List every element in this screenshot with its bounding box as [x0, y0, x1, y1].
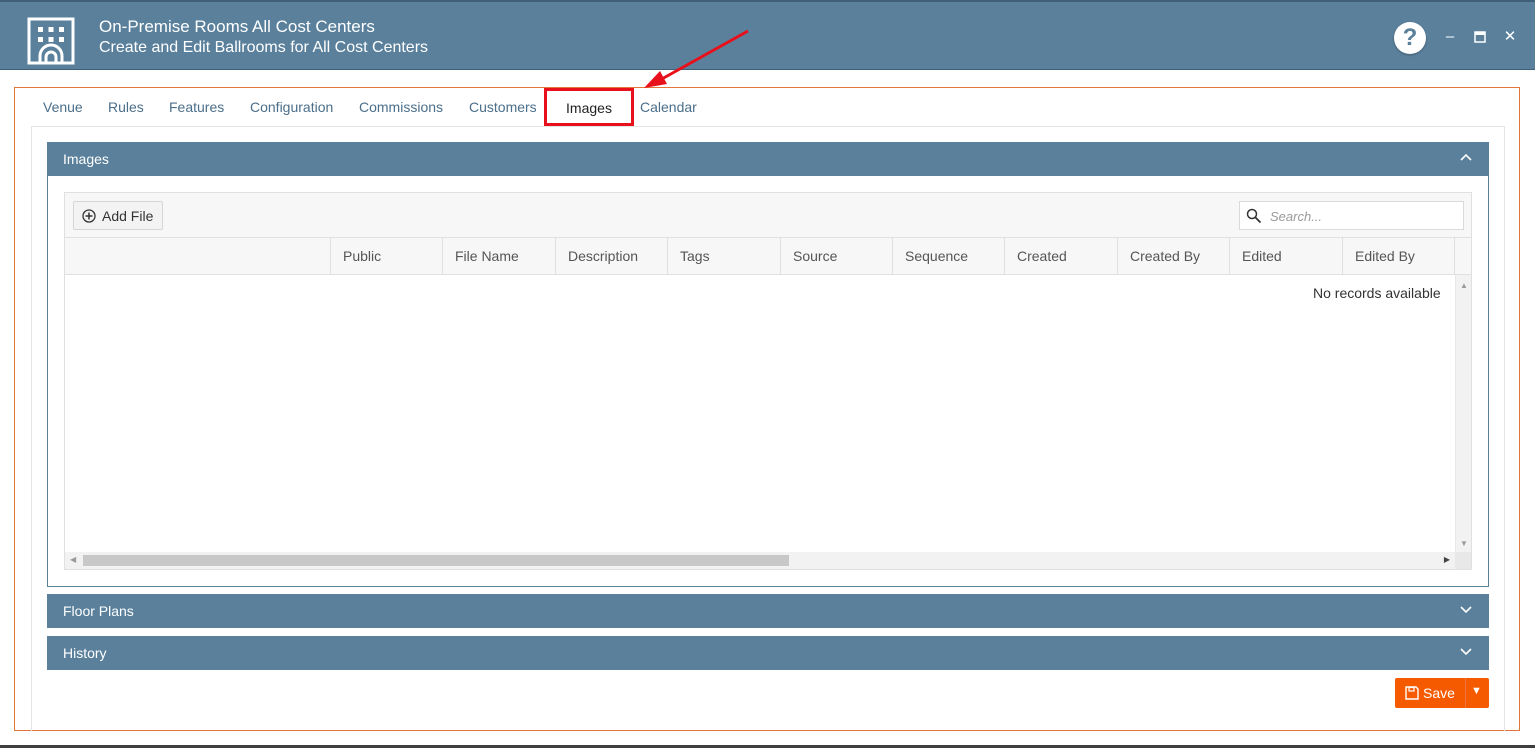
column-header-spacer [1454, 238, 1471, 274]
floor-plans-panel-header[interactable]: Floor Plans [47, 594, 1489, 628]
tab-rules[interactable]: Rules [108, 99, 144, 115]
column-header-edited-by[interactable]: Edited By [1342, 238, 1454, 274]
column-header-source[interactable]: Source [780, 238, 892, 274]
scroll-left-icon[interactable]: ◀ [70, 555, 76, 564]
chevron-up-icon [1460, 153, 1472, 161]
scrollbar-corner [1455, 552, 1471, 569]
annotation-arrow [644, 29, 749, 88]
tab-customers[interactable]: Customers [469, 99, 537, 115]
tab-configuration[interactable]: Configuration [250, 99, 333, 115]
tab-calendar[interactable]: Calendar [640, 99, 697, 115]
chevron-down-icon [1460, 606, 1472, 614]
floor-plans-panel-title: Floor Plans [63, 603, 134, 619]
add-file-button[interactable]: Add File [73, 201, 163, 230]
horizontal-scroll-thumb[interactable] [83, 555, 789, 566]
grid-toolbar: Add File [65, 193, 1471, 238]
column-header-created[interactable]: Created [1004, 238, 1117, 274]
tab-commissions[interactable]: Commissions [359, 99, 443, 115]
horizontal-scrollbar[interactable]: ◀ ▶ [65, 552, 1455, 569]
save-split-divider [1465, 678, 1466, 708]
close-button[interactable]: ✕ [1501, 28, 1519, 46]
window-subtitle: Create and Edit Ballrooms for All Cost C… [99, 39, 429, 56]
tab-venue[interactable]: Venue [43, 99, 83, 115]
chevron-down-icon [1460, 648, 1472, 656]
scroll-right-icon[interactable]: ▶ [1444, 555, 1450, 564]
history-panel-header[interactable]: History [47, 636, 1489, 670]
scroll-down-icon[interactable]: ▼ [1460, 539, 1468, 548]
search-input[interactable] [1270, 206, 1455, 226]
save-label: Save [1423, 685, 1455, 701]
help-icon[interactable]: ? [1394, 22, 1426, 54]
scroll-up-icon[interactable]: ▲ [1460, 281, 1468, 290]
column-header-file-name[interactable]: File Name [442, 238, 555, 274]
column-header-description[interactable]: Description [555, 238, 667, 274]
column-header-public[interactable]: Public [330, 238, 442, 274]
images-grid: Add File Public File Name Description Ta… [64, 192, 1472, 570]
building-icon [27, 17, 75, 65]
images-panel-title: Images [63, 151, 109, 167]
column-header-sequence[interactable]: Sequence [892, 238, 1004, 274]
column-header-edited[interactable]: Edited [1229, 238, 1342, 274]
title-bar: On-Premise Rooms All Cost Centers Create… [0, 0, 1535, 70]
column-header-tags[interactable]: Tags [667, 238, 780, 274]
grid-header-row: Public File Name Description Tags Source… [65, 238, 1471, 275]
history-panel-title: History [63, 645, 107, 661]
add-circle-icon [82, 209, 96, 223]
vertical-scrollbar[interactable]: ▲ ▼ [1455, 275, 1471, 552]
window-title: On-Premise Rooms All Cost Centers [99, 17, 375, 36]
minimize-button[interactable]: – [1441, 28, 1459, 46]
tab-images-label: Images [566, 100, 612, 116]
maximize-button[interactable] [1471, 28, 1489, 46]
empty-message: No records available [1313, 285, 1441, 301]
tab-images[interactable]: Images [544, 88, 634, 126]
images-panel-header[interactable]: Images [47, 142, 1489, 176]
search-icon [1246, 208, 1262, 224]
maximize-icon [1474, 31, 1486, 43]
save-disk-icon [1405, 686, 1419, 700]
search-box[interactable] [1239, 201, 1464, 230]
column-header-created-by[interactable]: Created By [1117, 238, 1229, 274]
tab-features[interactable]: Features [169, 99, 224, 115]
caret-down-icon[interactable]: ▼ [1471, 685, 1482, 697]
save-button[interactable]: Save ▼ [1395, 678, 1489, 708]
add-file-label: Add File [102, 208, 154, 224]
